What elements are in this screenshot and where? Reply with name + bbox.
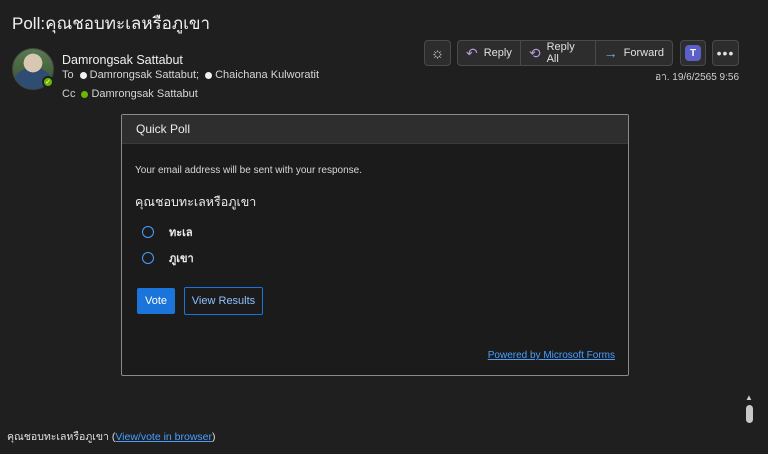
poll-title: Quick Poll [136, 122, 191, 136]
presence-available-icon: ✓ [42, 76, 54, 88]
more-icon: ••• [716, 45, 735, 61]
reply-button[interactable]: ↶ Reply [458, 41, 521, 65]
reply-actions-group: ↶ Reply ⟲ Reply All → Forward [457, 40, 673, 66]
poll-question: คุณชอบทะเลหรือภูเขา [135, 195, 257, 209]
email-subject: Poll:คุณชอบทะเลหรือภูเขา [12, 14, 211, 33]
forward-arrow-icon: → [603, 45, 618, 61]
sun-icon: ☼ [430, 44, 445, 62]
recipient[interactable]: Damrongsak Sattabut; [79, 69, 199, 81]
reply-all-button[interactable]: ⟲ Reply All [521, 41, 596, 65]
view-vote-browser-link[interactable]: View/vote in browser [115, 431, 212, 443]
sent-date: อา. 19/6/2565 9:56 [655, 72, 739, 83]
teams-icon: T [685, 45, 701, 61]
vote-button[interactable]: Vote [137, 288, 175, 314]
forward-button[interactable]: → Forward [596, 41, 672, 65]
to-label: To [62, 69, 74, 81]
theme-toggle-button[interactable]: ☼ [424, 40, 451, 66]
scrollbar-thumb[interactable] [746, 405, 753, 423]
cc-recipients: Cc Damrongsak Sattabut [62, 88, 198, 100]
presence-offline-icon [205, 71, 213, 79]
powered-by-link[interactable]: Powered by Microsoft Forms [488, 350, 615, 361]
presence-offline-icon [79, 71, 87, 79]
poll-footer: คุณชอบทะเลหรือภูเขา (View/vote in browse… [7, 431, 216, 443]
poll-notice: Your email address will be sent with you… [135, 165, 362, 176]
presence-available-icon [81, 90, 89, 98]
cc-label: Cc [62, 88, 76, 100]
recipient[interactable]: Chaichana Kulworatit [205, 69, 319, 81]
sender-name[interactable]: Damrongsak Sattabut [62, 53, 183, 67]
teams-button[interactable]: T [680, 40, 706, 66]
reply-arrow-icon: ↶ [466, 44, 478, 61]
poll-header: Quick Poll [122, 115, 628, 144]
reply-all-arrow-icon: ⟲ [528, 44, 541, 61]
poll-option[interactable]: ทะเล [142, 223, 193, 241]
to-recipients: To Damrongsak Sattabut; Chaichana Kulwor… [62, 69, 319, 81]
quick-poll-card: Quick Poll Your email address will be se… [121, 114, 629, 376]
scroll-up-arrow-icon[interactable]: ▲ [745, 393, 753, 402]
radio-button[interactable] [142, 252, 154, 264]
recipient[interactable]: Damrongsak Sattabut [81, 88, 198, 100]
more-actions-button[interactable]: ••• [712, 40, 739, 66]
view-results-button[interactable]: View Results [184, 287, 263, 315]
poll-option[interactable]: ภูเขา [142, 249, 194, 267]
radio-button[interactable] [142, 226, 154, 238]
